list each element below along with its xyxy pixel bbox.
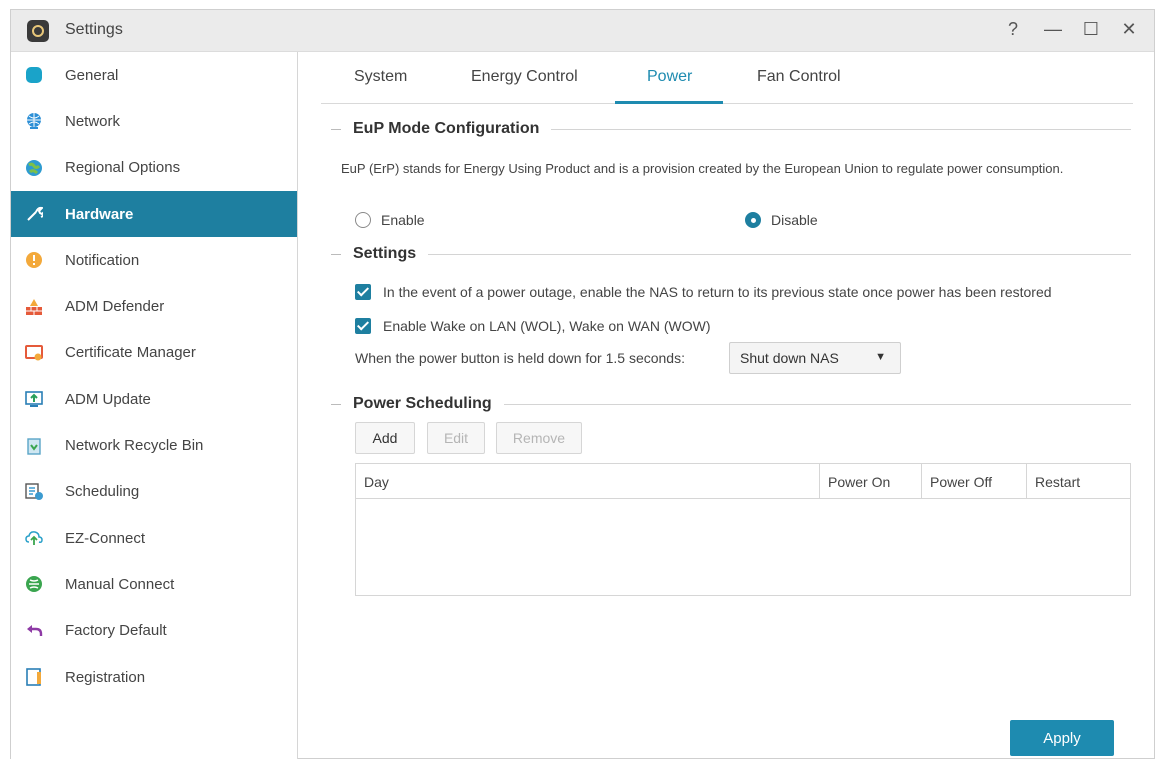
- minimize-icon[interactable]: —: [1041, 19, 1065, 40]
- title-bar: Settings ? — ☐ ✕: [11, 10, 1154, 52]
- sidebar-item-label: Regional Options: [65, 159, 181, 177]
- sidebar-item-hardware[interactable]: Hardware: [11, 190, 297, 238]
- hardware-wrench-icon: [25, 205, 43, 223]
- sidebar-item-label: ADM Defender: [65, 298, 165, 316]
- column-power-on[interactable]: Power On: [819, 464, 921, 499]
- checkbox-checked-icon: [355, 318, 371, 334]
- sidebar-item-label: EZ-Connect: [65, 529, 146, 547]
- window-title: Settings: [65, 21, 123, 38]
- power-outage-label: In the event of a power outage, enable t…: [383, 284, 1052, 300]
- globe-icon: [25, 159, 43, 177]
- wol-label: Enable Wake on LAN (WOL), Wake on WAN (W…: [383, 318, 711, 334]
- power-scheduling-title: Power Scheduling: [353, 395, 492, 412]
- tab-bar: System Energy Control Power Fan Control: [321, 52, 1133, 104]
- general-icon: [25, 66, 43, 84]
- chevron-down-icon: ▼: [875, 351, 886, 363]
- recycle-bin-icon: [25, 437, 43, 455]
- checkbox-checked-icon: [355, 284, 371, 300]
- radio-checked-icon: [745, 212, 761, 228]
- sidebar-item-regional-options[interactable]: Regional Options: [11, 145, 297, 191]
- column-restart[interactable]: Restart: [1026, 464, 1130, 499]
- settings-app-icon: [27, 20, 49, 42]
- tab-power[interactable]: Power: [647, 68, 692, 86]
- undo-arrow-icon: [25, 622, 43, 640]
- eup-disable-label: Disable: [771, 212, 818, 228]
- eup-section-title: EuP Mode Configuration: [353, 120, 540, 137]
- add-button[interactable]: Add: [355, 422, 415, 454]
- remove-button[interactable]: Remove: [496, 422, 582, 454]
- table-header: Day Power On Power Off Restart: [356, 464, 1130, 499]
- close-icon[interactable]: ✕: [1117, 19, 1141, 40]
- sidebar-item-adm-defender[interactable]: ADM Defender: [11, 283, 297, 329]
- cloud-upload-icon: [25, 529, 43, 547]
- eup-description: EuP (ErP) stands for Energy Using Produc…: [341, 161, 1064, 176]
- sidebar-item-general[interactable]: General: [11, 52, 297, 98]
- power-scheduling-section-header: Power Scheduling: [331, 395, 1131, 413]
- sidebar-item-label: Network Recycle Bin: [65, 437, 204, 455]
- scheduling-icon: [25, 483, 43, 501]
- help-icon[interactable]: ?: [1001, 19, 1025, 40]
- settings-section-title: Settings: [353, 245, 417, 262]
- maximize-icon[interactable]: ☐: [1079, 19, 1103, 40]
- power-schedule-table: Day Power On Power Off Restart: [355, 463, 1131, 596]
- sidebar-item-scheduling[interactable]: Scheduling: [11, 469, 297, 515]
- network-globe-icon: [25, 112, 43, 130]
- sidebar-item-ez-connect[interactable]: EZ-Connect: [11, 515, 297, 561]
- settings-section-header: Settings: [331, 245, 1131, 263]
- sidebar-item-label: Notification: [65, 251, 140, 269]
- power-button-label: When the power button is held down for 1…: [355, 350, 685, 366]
- sidebar-item-label: General: [65, 66, 119, 84]
- settings-window: Settings ? — ☐ ✕ General Network Regiona…: [10, 9, 1155, 759]
- sidebar-item-factory-default[interactable]: Factory Default: [11, 608, 297, 654]
- radio-unchecked-icon: [355, 212, 371, 228]
- eup-section-header: EuP Mode Configuration: [331, 120, 1131, 138]
- sidebar-item-manual-connect[interactable]: Manual Connect: [11, 561, 297, 607]
- sidebar-item-adm-update[interactable]: ADM Update: [11, 376, 297, 422]
- sidebar-item-label: Manual Connect: [65, 575, 175, 593]
- sidebar-item-notification[interactable]: Notification: [11, 237, 297, 283]
- active-tab-indicator: [615, 101, 723, 104]
- sidebar-item-network[interactable]: Network: [11, 98, 297, 144]
- sidebar-item-label: Network: [65, 112, 121, 130]
- tab-fan-control[interactable]: Fan Control: [757, 68, 841, 86]
- sidebar-item-certificate-manager[interactable]: Certificate Manager: [11, 330, 297, 376]
- sidebar-item-label: Factory Default: [65, 622, 167, 640]
- sidebar-item-label: Certificate Manager: [65, 344, 196, 362]
- manual-connect-icon: [25, 575, 43, 593]
- eup-disable-radio[interactable]: Disable: [745, 212, 818, 228]
- power-button-select[interactable]: Shut down NAS ▼: [729, 342, 901, 374]
- power-button-value: Shut down NAS: [740, 350, 839, 366]
- tab-system[interactable]: System: [354, 68, 407, 86]
- edit-button[interactable]: Edit: [427, 422, 485, 454]
- sidebar-item-network-recycle-bin[interactable]: Network Recycle Bin: [11, 422, 297, 468]
- exclamation-icon: [25, 251, 43, 269]
- firewall-icon: [25, 298, 43, 316]
- sidebar-item-label: Hardware: [65, 205, 134, 223]
- certificate-icon: [25, 344, 43, 362]
- sidebar-item-label: ADM Update: [65, 390, 151, 408]
- column-power-off[interactable]: Power Off: [921, 464, 1026, 499]
- sidebar-item-registration[interactable]: Registration: [11, 654, 297, 700]
- main-panel: System Energy Control Power Fan Control …: [299, 52, 1154, 759]
- power-outage-checkbox[interactable]: In the event of a power outage, enable t…: [355, 284, 1052, 300]
- registration-icon: [25, 668, 43, 686]
- eup-enable-radio[interactable]: Enable: [355, 212, 425, 228]
- update-icon: [25, 390, 43, 408]
- apply-button[interactable]: Apply: [1010, 720, 1114, 756]
- eup-enable-label: Enable: [381, 212, 425, 228]
- tab-energy-control[interactable]: Energy Control: [471, 68, 578, 86]
- wol-checkbox[interactable]: Enable Wake on LAN (WOL), Wake on WAN (W…: [355, 318, 711, 334]
- sidebar-item-label: Registration: [65, 668, 146, 686]
- sidebar: General Network Regional Options Hardwar…: [11, 52, 298, 759]
- power-button-row: When the power button is held down for 1…: [355, 350, 685, 366]
- sidebar-item-label: Scheduling: [65, 483, 140, 501]
- column-day[interactable]: Day: [356, 464, 819, 499]
